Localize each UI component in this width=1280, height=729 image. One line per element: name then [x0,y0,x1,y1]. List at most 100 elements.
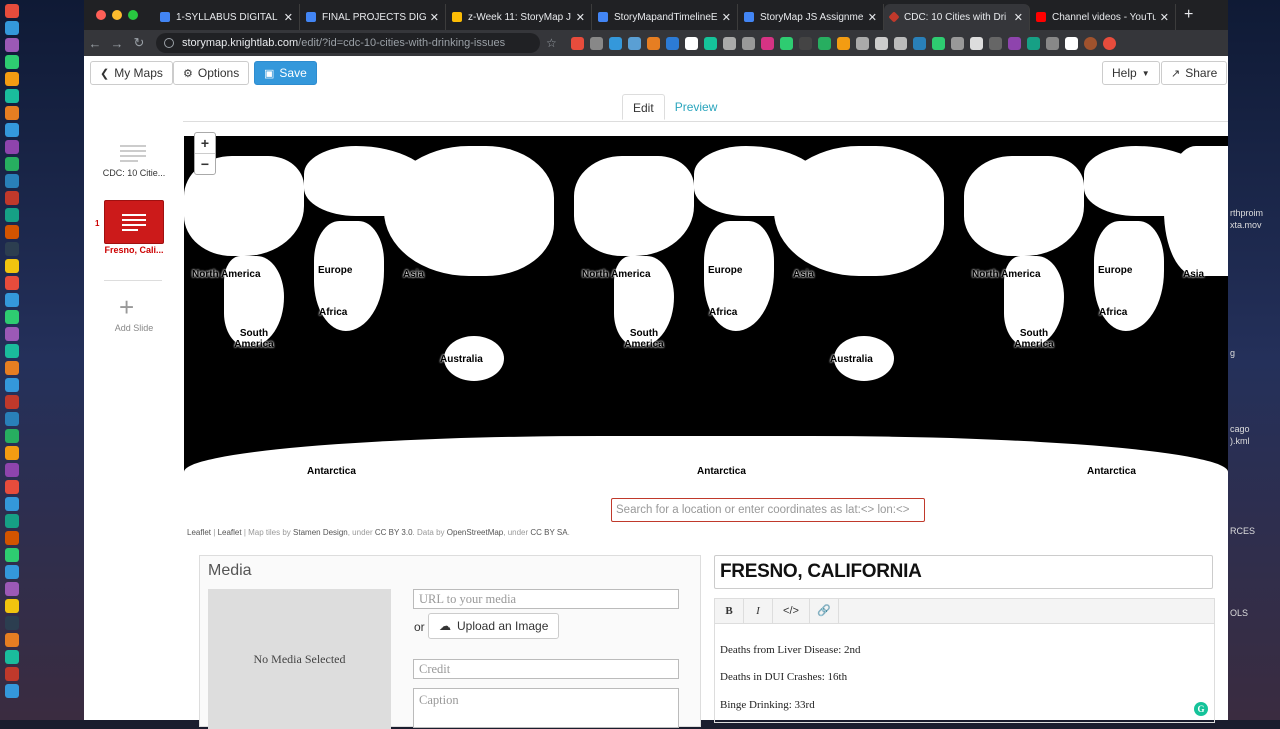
extension-icon[interactable] [950,36,964,50]
desktop-file-label[interactable]: RCES [1230,526,1255,536]
extension-icon[interactable] [912,36,926,50]
slide-label[interactable]: CDC: 10 Citie... [88,168,180,178]
grammarly-icon[interactable]: G [1194,702,1208,716]
dock-app-icon[interactable] [5,684,19,698]
desktop-file-label[interactable]: rthproim [1230,208,1263,218]
add-slide-button[interactable]: Add Slide [88,323,180,333]
dock-app-icon[interactable] [5,429,19,443]
plus-icon[interactable]: + [119,294,134,320]
dock-app-icon[interactable] [5,123,19,137]
browser-tab[interactable]: Channel videos - YouTu ✕ [1030,4,1176,30]
dock-app-icon[interactable] [5,4,19,18]
dock-app-icon[interactable] [5,582,19,596]
dock-app-icon[interactable] [5,225,19,239]
extension-icon[interactable] [1026,36,1040,50]
extension-icon[interactable] [722,36,736,50]
cc-by-link[interactable]: CC BY 3.0 [375,528,413,537]
tab-close-icon[interactable]: ✕ [722,11,731,24]
extension-icon[interactable] [893,36,907,50]
zoom-out-button[interactable]: − [195,154,215,174]
minimize-window-button[interactable] [112,10,122,20]
leaflet-link[interactable]: Leaflet [187,528,211,537]
stamen-link[interactable]: Stamen Design [293,528,348,537]
desktop-file-label[interactable]: g [1230,348,1235,358]
osm-link[interactable]: OpenStreetMap [447,528,503,537]
tab-close-icon[interactable]: ✕ [868,11,877,24]
bookmark-star-icon[interactable]: ☆ [546,36,557,50]
link-button[interactable]: 🔗 [810,599,839,623]
extension-icon[interactable] [1064,36,1078,50]
save-button[interactable]: ▣ Save [254,61,317,85]
my-maps-button[interactable]: ❮ My Maps [90,61,173,85]
info-icon[interactable] [164,38,174,48]
back-arrow-icon[interactable]: ← [84,36,106,51]
upload-image-button[interactable]: ☁ Upload an Image [428,613,560,639]
dock-app-icon[interactable] [5,55,19,69]
headline-input[interactable]: FRESNO, CALIFORNIA [714,555,1213,589]
dock-app-icon[interactable] [5,140,19,154]
extension-icon[interactable] [570,36,584,50]
dock-app-icon[interactable] [5,667,19,681]
desktop-file-label[interactable]: xta.mov [1230,220,1262,230]
tab-close-icon[interactable]: ✕ [1160,11,1169,24]
extension-icon[interactable] [798,36,812,50]
dock-app-icon[interactable] [5,548,19,562]
caption-input[interactable]: Caption [413,688,679,728]
extension-icon[interactable] [608,36,622,50]
credit-input[interactable]: Credit [413,659,679,679]
dock-app-icon[interactable] [5,616,19,630]
share-button[interactable]: ↗ Share [1161,61,1228,85]
dock-app-icon[interactable] [5,395,19,409]
extension-icon[interactable] [665,36,679,50]
help-button[interactable]: Help ▼ [1102,61,1160,85]
desktop-file-label[interactable]: OLS [1230,608,1248,618]
tab-preview[interactable]: Preview [665,94,728,120]
zoom-in-button[interactable]: + [195,133,215,154]
leaflet-link[interactable]: Leaflet [218,528,242,537]
dock-app-icon[interactable] [5,344,19,358]
extension-icon[interactable] [703,36,717,50]
desktop-file-label[interactable]: ).kml [1230,436,1250,446]
dock-app-icon[interactable] [5,208,19,222]
extension-icon[interactable] [646,36,660,50]
new-tab-button[interactable]: + [1184,6,1193,24]
extension-icon[interactable] [969,36,983,50]
dock-app-icon[interactable] [5,38,19,52]
location-search-input[interactable]: Search for a location or enter coordinat… [611,498,925,522]
dock-app-icon[interactable] [5,259,19,273]
tab-close-icon[interactable]: ✕ [284,11,293,24]
italic-button[interactable]: I [744,599,773,623]
rich-text-editor[interactable]: Deaths from Liver Disease: 2nd Deaths in… [714,622,1215,723]
browser-tab[interactable]: StoryMap JS Assignme ✕ [738,4,884,30]
dock-app-icon[interactable] [5,480,19,494]
map-canvas[interactable]: North America Europe Asia Africa South A… [184,136,1228,526]
dock-app-icon[interactable] [5,327,19,341]
dock-app-icon[interactable] [5,293,19,307]
cc-by-sa-link[interactable]: CC BY SA [530,528,567,537]
dock-app-icon[interactable] [5,242,19,256]
browser-tab[interactable]: z-Week 11: StoryMap J ✕ [446,4,592,30]
extension-icon[interactable] [855,36,869,50]
extension-icon[interactable] [627,36,641,50]
browser-tab[interactable]: StoryMapandTimelineE ✕ [592,4,738,30]
extension-icon[interactable] [1102,36,1116,50]
close-window-button[interactable] [96,10,106,20]
dock-app-icon[interactable] [5,633,19,647]
extension-icon[interactable] [836,36,850,50]
extension-icon[interactable] [589,36,603,50]
forward-arrow-icon[interactable]: → [106,36,128,51]
extension-icon[interactable] [741,36,755,50]
extension-icon[interactable] [760,36,774,50]
dock-app-icon[interactable] [5,21,19,35]
slide-thumbnail-selected[interactable] [104,200,164,244]
dock-app-icon[interactable] [5,72,19,86]
tab-close-icon[interactable]: ✕ [1014,11,1023,24]
dock-app-icon[interactable] [5,650,19,664]
desktop-file-label[interactable]: cago [1230,424,1250,434]
extension-icon[interactable] [779,36,793,50]
dock-app-icon[interactable] [5,276,19,290]
bold-button[interactable]: B [715,599,744,623]
extension-icon[interactable] [931,36,945,50]
extension-icon[interactable] [874,36,888,50]
dock-app-icon[interactable] [5,412,19,426]
